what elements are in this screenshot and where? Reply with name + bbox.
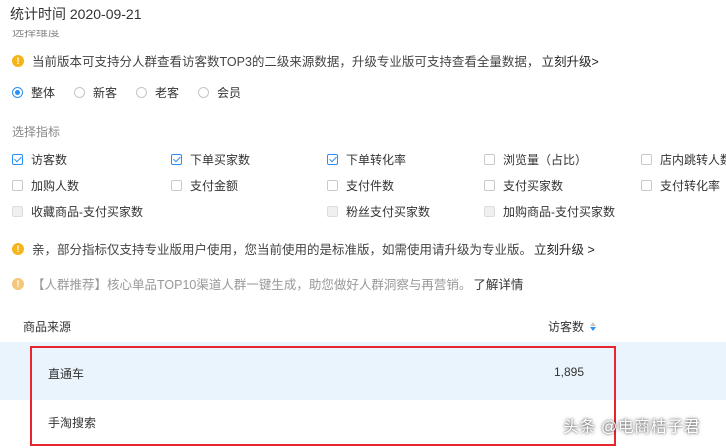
checkbox-disabled-icon [484, 206, 495, 217]
column-header-visitors[interactable]: 访客数 [548, 318, 598, 335]
dimension-section-label: 选择维度 [12, 30, 61, 39]
metric-cart-payment-buyers-checkbox: 加购商品-支付买家数 [484, 203, 615, 220]
checkbox-icon [484, 180, 495, 191]
radio-returning-customer[interactable]: 老客 [136, 84, 179, 101]
warning-icon: ! [12, 54, 24, 67]
metric-order-buyers-checkbox[interactable]: 下单买家数 [171, 151, 250, 168]
upgrade-pro-link[interactable]: 立刻升级 > [534, 239, 595, 258]
checkbox-disabled-icon [327, 206, 338, 217]
radio-icon [74, 87, 86, 98]
metric-fan-payment-buyers-checkbox: 粉丝支付买家数 [327, 203, 430, 220]
metric-add-cart-checkbox[interactable]: 加购人数 [12, 177, 79, 194]
checkbox-checked-icon [171, 154, 182, 165]
checkbox-icon [641, 180, 652, 191]
radio-member[interactable]: 会员 [198, 84, 241, 101]
checkbox-icon [327, 180, 338, 191]
checkbox-icon [12, 180, 23, 191]
checkbox-icon [484, 154, 495, 165]
metrics-notice-text: 亲，部分指标仅支持专业版用户使用，您当前使用的是标准版，如需使用请升级为专业版。 [32, 243, 533, 257]
checkbox-icon [171, 180, 182, 191]
metric-payment-items-checkbox[interactable]: 支付件数 [327, 177, 394, 194]
metric-order-conversion-checkbox[interactable]: 下单转化率 [327, 151, 406, 168]
radio-icon [136, 87, 148, 98]
dimension-notice-text: 当前版本可支持分人群查看访客数TOP3的二级来源数据，升级专业版可支持查看全量数… [32, 55, 540, 69]
radio-icon [198, 87, 210, 98]
metric-pageviews-checkbox[interactable]: 浏览量（占比） [484, 151, 587, 168]
metric-payment-amount-checkbox[interactable]: 支付金额 [171, 177, 238, 194]
checkbox-disabled-icon [12, 206, 23, 217]
highlight-annotation-box [30, 346, 616, 446]
promo-text: 【人群推荐】核心单品TOP10渠道人群一键生成，助您做好人群洞察与再营销。 [32, 278, 472, 292]
table-header [0, 312, 726, 342]
radio-new-customer[interactable]: 新客 [74, 84, 117, 101]
checkbox-icon [641, 154, 652, 165]
sort-icon[interactable] [590, 322, 598, 331]
dimension-radio-group: 整体 新客 老客 会员 [12, 84, 260, 101]
checkbox-checked-icon [12, 154, 23, 165]
checkbox-checked-icon [327, 154, 338, 165]
metric-payment-conversion-checkbox[interactable]: 支付转化率 [641, 177, 720, 194]
radio-selected-icon [12, 87, 23, 98]
metric-payment-buyers-checkbox[interactable]: 支付买家数 [484, 177, 563, 194]
metric-visitors-checkbox[interactable]: 访客数 [12, 151, 67, 168]
stat-time: 统计时间 2020-09-21 [10, 6, 142, 22]
info-icon: ! [12, 277, 24, 290]
dimension-notice: ! 当前版本可支持分人群查看访客数TOP3的二级来源数据，升级专业版可支持查看全… [12, 51, 599, 70]
crowd-promo-banner: ! 【人群推荐】核心单品TOP10渠道人群一键生成，助您做好人群洞察与再营销。 … [12, 274, 523, 293]
column-header-source: 商品来源 [23, 320, 72, 334]
upgrade-link[interactable]: 立刻升级> [541, 51, 598, 70]
metric-fav-payment-buyers-checkbox: 收藏商品-支付买家数 [12, 203, 143, 220]
warning-icon: ! [12, 242, 24, 255]
metrics-notice: ! 亲，部分指标仅支持专业版用户使用，您当前使用的是标准版，如需使用请升级为专业… [12, 239, 595, 258]
radio-overall[interactable]: 整体 [12, 84, 55, 101]
metrics-section-label: 选择指标 [12, 125, 61, 139]
watermark: 头条 @电商桔子君 [563, 419, 701, 436]
learn-more-link[interactable]: 了解详情 [473, 274, 523, 293]
metric-internal-jump-checkbox[interactable]: 店内跳转人数 [641, 151, 726, 168]
